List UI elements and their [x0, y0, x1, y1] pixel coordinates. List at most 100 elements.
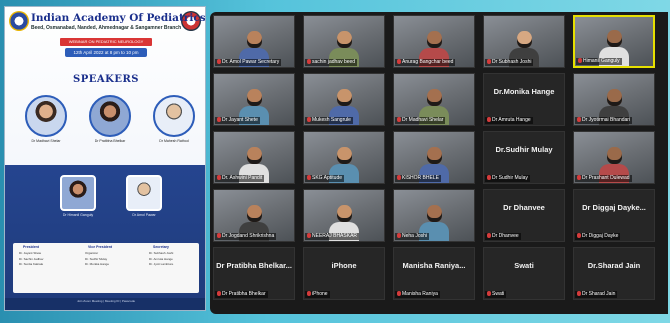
participant-tile[interactable]: Dr Prashant Dulewad: [573, 131, 655, 184]
participant-name-label: KISHOR BHELE: [395, 175, 441, 182]
participant-name-label: SKG Aptitude: [305, 175, 345, 182]
participant-head: [337, 205, 352, 222]
speaker-card: Dr Pratibha Bhelkar: [81, 95, 139, 144]
muted-mic-icon: [577, 233, 581, 238]
panel-heading: Vice President: [88, 245, 113, 249]
participant-head: [427, 205, 442, 222]
participant-tile[interactable]: iPhone iPhone: [303, 247, 385, 300]
participant-tile[interactable]: Mukesh Sangrule: [303, 73, 385, 126]
participant-head: [337, 89, 352, 106]
participant-head: [607, 89, 622, 106]
participant-head: [427, 31, 442, 48]
muted-mic-icon: [577, 117, 581, 122]
muted-mic-icon: [397, 175, 401, 180]
participant-tile[interactable]: Dr.Monika Hange Dr Amruta Hange: [483, 73, 565, 126]
participant-display-name: iPhone: [331, 261, 357, 270]
participant-name-label: Anurag Bangchar beed: [395, 59, 456, 66]
participant-head: [427, 89, 442, 106]
muted-mic-icon: [397, 59, 401, 64]
participant-head: [337, 147, 352, 164]
participant-tile[interactable]: Dr. Ashwini Pandit: [213, 131, 295, 184]
participant-tile[interactable]: Dr Jayant Shete: [213, 73, 295, 126]
participant-tile[interactable]: Manisha Raniya... Manisha Raniya: [393, 247, 475, 300]
poster-title: Indian Academy Of Pediatrics: [31, 12, 206, 24]
panel-column: Dr. Subhash Joshi Dr. Amruta Hange Dr. J…: [149, 251, 174, 266]
muted-mic-icon: [307, 59, 311, 64]
speaker-caption: Dr Himanil Ganguly: [62, 213, 94, 217]
participant-tile[interactable]: Dr.Sudhir Mulay Dr Sudhir Mulay: [483, 131, 565, 184]
participant-tile[interactable]: Dr.Sharad Jain Dr Sharad Jain: [573, 247, 655, 300]
organizer-panel: President Vice President Secretary Dr. J…: [13, 243, 199, 293]
participant-tile[interactable]: Dr Pratibha Bhelkar... Dr Pratibha Bhelka…: [213, 247, 295, 300]
participant-name-label: Swati: [485, 291, 507, 298]
participant-head: [247, 89, 262, 106]
participant-tile[interactable]: sachin jadhav beed: [303, 15, 385, 68]
participant-head: [607, 30, 622, 47]
participant-name-label: Dr Jogdand Shrikrishna: [215, 233, 277, 240]
muted-mic-icon: [487, 291, 491, 296]
participant-display-name: Manisha Raniya...: [402, 261, 466, 270]
speaker-card: Dr Madhavi Shelar: [17, 95, 75, 144]
speaker-card: Dr Mahesh Rathod: [145, 95, 203, 144]
muted-mic-icon: [578, 58, 582, 63]
muted-mic-icon: [397, 117, 401, 122]
participant-head: [247, 147, 262, 164]
participant-tile[interactable]: Swati Swati: [483, 247, 565, 300]
participant-head: [247, 205, 262, 222]
participant-tile[interactable]: Anurag Bangchar beed: [393, 15, 475, 68]
participant-name-label: Dr Subhash Joshi: [485, 59, 534, 66]
participant-tile[interactable]: NEERAJ BHASKAR: [303, 189, 385, 242]
participant-tile[interactable]: KISHOR BHELE: [393, 131, 475, 184]
participant-tile[interactable]: Neha Joshi: [393, 189, 475, 242]
participant-tile[interactable]: Dr Jyotirmai Bhandari: [573, 73, 655, 126]
participant-display-name: Dr.Sharad Jain: [587, 261, 641, 270]
participant-head: [607, 147, 622, 164]
speaker-card: Dr Himanil Ganguly: [49, 175, 107, 218]
muted-mic-icon: [307, 291, 311, 296]
participant-name-label: Dr Sharad Jain: [575, 291, 618, 298]
muted-mic-icon: [487, 117, 491, 122]
muted-mic-icon: [217, 59, 221, 64]
speaker-card: Dr Amol Pawar: [115, 175, 173, 218]
muted-mic-icon: [307, 233, 311, 238]
muted-mic-icon: [397, 233, 401, 238]
participant-tile[interactable]: Dr Jogdand Shrikrishna: [213, 189, 295, 242]
muted-mic-icon: [487, 59, 491, 64]
panel-heading: Secretary: [153, 245, 169, 249]
participant-tile[interactable]: Himanil Ganguly: [573, 15, 655, 68]
participant-name-label: Neha Joshi: [395, 233, 430, 240]
speaker-photo: [60, 175, 96, 211]
speaker-photo: [25, 95, 67, 137]
muted-mic-icon: [217, 175, 221, 180]
participant-tile[interactable]: Dr Madhavi Shelar: [393, 73, 475, 126]
participant-tile[interactable]: Dr Subhash Joshi: [483, 15, 565, 68]
participant-name-label: Dr Jayant Shete: [215, 117, 260, 124]
poster-date: 12th April 2022 at 8 pm to 10 pm: [65, 48, 147, 57]
participant-name-label: Dr Prashant Dulewad: [575, 175, 632, 182]
participant-name-label: Dr. Amol Pawar Secretary: [215, 59, 282, 66]
speaker-photo: [89, 95, 131, 137]
poster-footer: Join Zoom Meeting | Meeting ID | Passcod…: [5, 298, 205, 310]
participant-tile[interactable]: SKG Aptitude: [303, 131, 385, 184]
webinar-poster: Indian Academy Of Pediatrics Beed, Osman…: [4, 6, 206, 311]
speaker-caption: Dr Amol Pawar: [132, 213, 156, 217]
participant-name-label: Dr Pratibha Bhelkar: [215, 291, 268, 298]
muted-mic-icon: [217, 233, 221, 238]
participant-head: [247, 31, 262, 48]
muted-mic-icon: [577, 291, 581, 296]
participant-tile[interactable]: Dr Diggaj Dayke... Dr Diggaj Dayke: [573, 189, 655, 242]
meeting-gallery: Dr. Amol Pawar Secretary sachin jadhav be…: [210, 12, 668, 314]
participant-name-label: Dr Dhanvee: [485, 233, 521, 240]
panel-column: Organizer Dr. Sudhir Mulay Dr. Monika Ha…: [85, 251, 110, 266]
participant-name-label: NEERAJ BHASKAR: [305, 233, 360, 240]
speaker-photo: [153, 95, 195, 137]
participant-name-label: Dr Diggaj Dayke: [575, 233, 621, 240]
participant-name-label: Dr Sudhir Mulay: [485, 175, 530, 182]
panel-column: Dr. Jayant Shete Dr. Sachin Jadhav Dr. S…: [19, 251, 44, 266]
participant-name-label: Dr Madhavi Shelar: [395, 117, 446, 124]
speaker-caption: Dr Mahesh Rathod: [159, 139, 189, 143]
poster-branch: Beed, Osmanabad, Nanded, Ahmednagar & Sa…: [31, 25, 182, 31]
participant-tile[interactable]: Dr Dhanvee Dr Dhanvee: [483, 189, 565, 242]
participant-tile[interactable]: Dr. Amol Pawar Secretary: [213, 15, 295, 68]
muted-mic-icon: [217, 291, 221, 296]
